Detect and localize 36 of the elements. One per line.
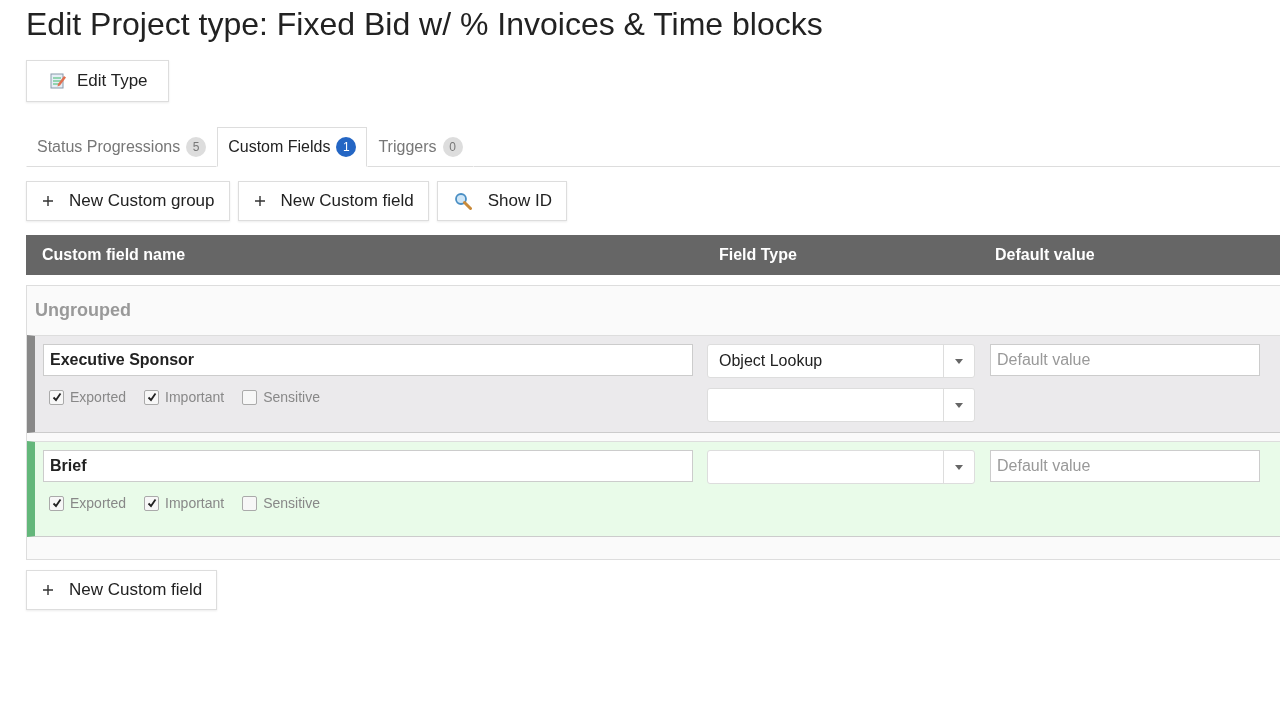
column-header: Field Type <box>719 246 798 264</box>
tab[interactable]: Status Progressions 5 <box>26 127 218 167</box>
caret-icon <box>955 402 963 408</box>
checkbox[interactable] <box>242 389 258 405</box>
tab[interactable]: Triggers 0 <box>367 127 474 167</box>
default-value-input[interactable]: Default value <box>990 450 1260 482</box>
checkbox[interactable] <box>144 495 160 511</box>
default-value-input[interactable]: Default value <box>990 344 1260 376</box>
search-icon <box>453 192 472 210</box>
count-badge: 5 <box>186 137 207 157</box>
edit-document-icon <box>49 72 67 90</box>
column-header: Default value <box>995 246 1095 264</box>
count-badge: 0 <box>442 137 463 157</box>
field-name-input[interactable]: Brief <box>43 450 693 482</box>
caret-icon <box>955 358 963 364</box>
checkbox[interactable] <box>242 495 258 511</box>
plus-icon <box>43 585 53 595</box>
field-type-select[interactable]: Object Lookup <box>707 344 975 378</box>
edit-type-button[interactable]: Edit Type <box>26 60 169 102</box>
plus-icon <box>254 196 265 206</box>
tab[interactable]: Custom Fields 1 <box>217 127 368 167</box>
toolbar-button[interactable]: New Custom field <box>237 181 429 221</box>
new-custom-field-button[interactable]: New Custom field <box>26 570 218 610</box>
field-type-select[interactable] <box>707 450 975 484</box>
checkbox[interactable] <box>49 495 64 511</box>
page-title: Edit Project type: Fixed Bid w/ % Invoices & Time blocks <box>26 5 824 44</box>
group-title: Ungrouped <box>34 299 132 322</box>
column-header: Custom field name <box>42 246 187 264</box>
count-badge: 1 <box>336 137 357 157</box>
toolbar-button[interactable]: New Custom group <box>26 181 230 221</box>
checkbox[interactable] <box>144 389 160 405</box>
plus-icon <box>43 196 53 206</box>
caret-icon <box>955 464 963 470</box>
field-name-input[interactable]: Executive Sponsor <box>43 344 693 376</box>
toolbar-button[interactable]: Show ID <box>436 181 567 221</box>
checkbox[interactable] <box>49 389 64 405</box>
